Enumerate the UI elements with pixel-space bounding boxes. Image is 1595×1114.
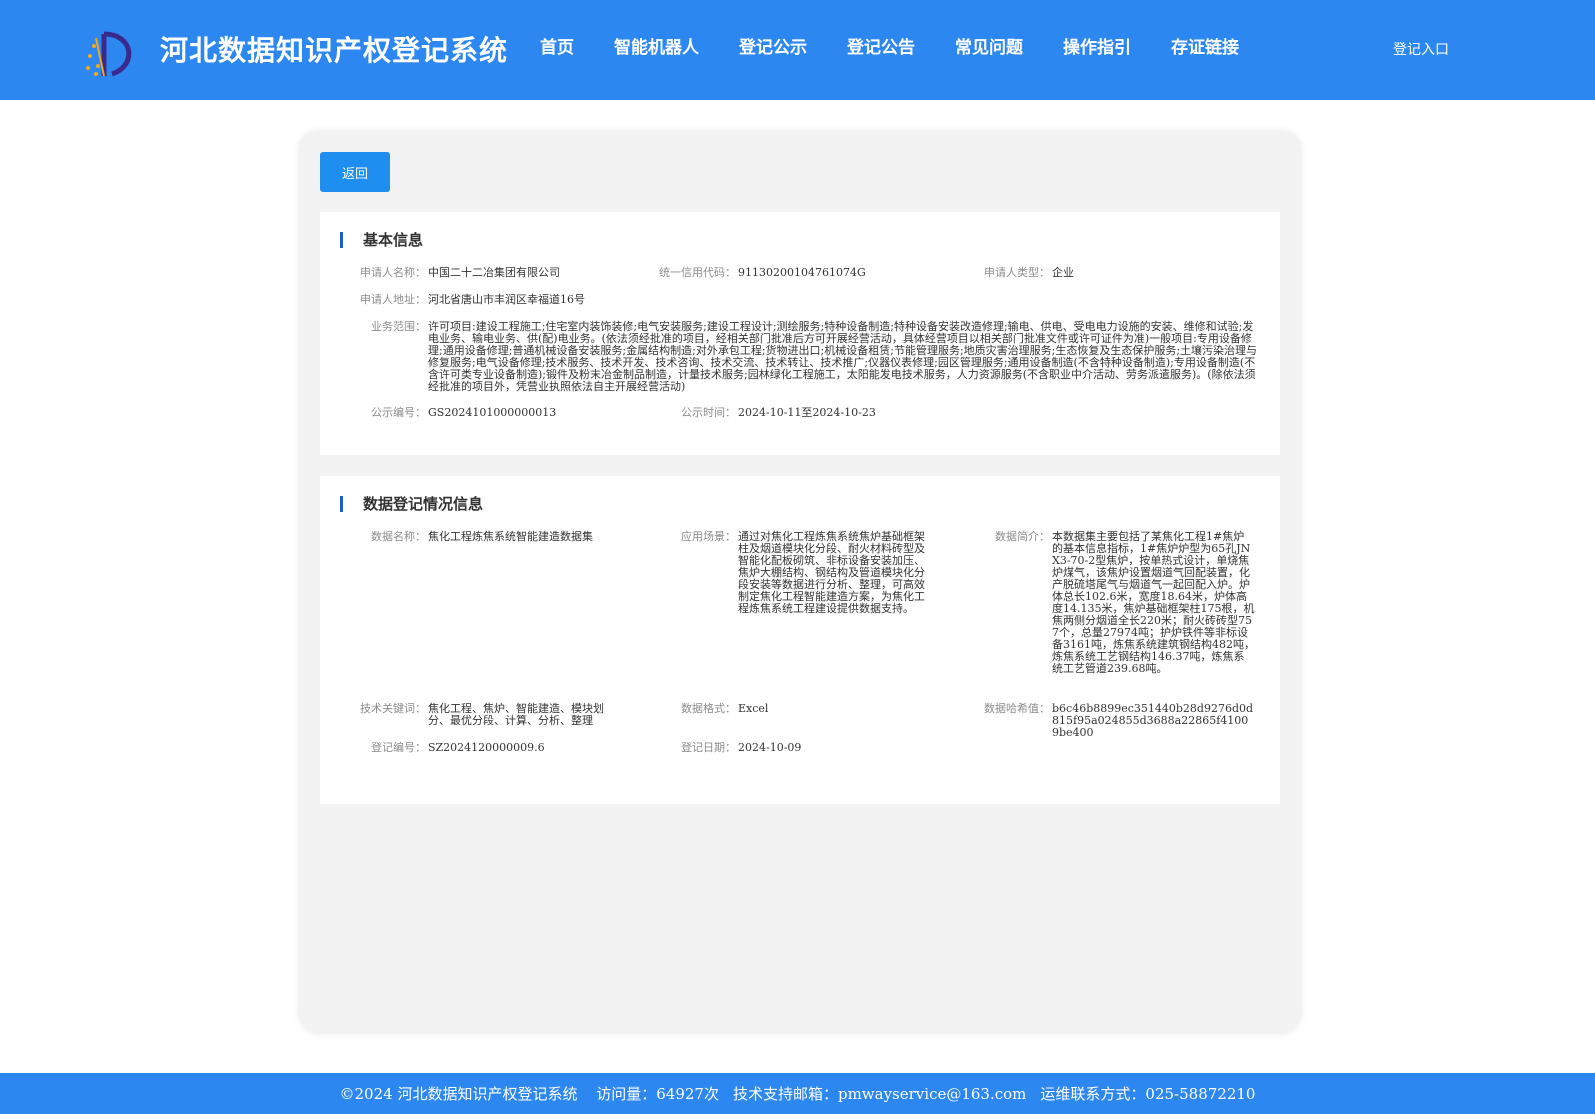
logo-icon[interactable]	[82, 26, 136, 80]
value-keywords: 焦化工程、焦炉、智能建造、模块划分、最优分段、计算、分析、整理	[428, 702, 604, 727]
header: 河北数据知识产权登记系统 首页 智能机器人 登记公示 登记公告 常见问题 操作指…	[0, 0, 1595, 100]
login-link[interactable]: 登记入口	[1393, 39, 1449, 59]
value-address: 河北省唐山市丰润区幸福道16号	[428, 293, 585, 306]
site-title: 河北数据知识产权登记系统	[160, 34, 509, 67]
value-notice-no: GS2024101000000013	[428, 406, 557, 419]
label-business-scope: 业务范围：	[371, 320, 426, 333]
section-title-basic: 基本信息	[363, 231, 424, 249]
value-credit-code: 91130200104761074G	[738, 266, 866, 279]
label-applicant-name: 申请人名称：	[360, 266, 426, 279]
section-marker	[340, 232, 343, 248]
data-registration-card: 数据登记情况信息 数据名称： 焦化工程炼焦系统智能建造数据集 应用场景： 通过对…	[320, 476, 1280, 804]
value-scene: 通过对焦化工程炼焦系统焦炉基础框架柱及烟道模块化分段、耐火材料砖型及智能化配板砌…	[738, 530, 925, 615]
back-button[interactable]: 返回	[320, 152, 390, 192]
nav-faq[interactable]: 常见问题	[955, 33, 1023, 58]
value-applicant-type: 企业	[1052, 266, 1074, 279]
label-address: 申请人地址：	[360, 293, 426, 306]
nav-evidence-link[interactable]: 存证链接	[1171, 33, 1239, 58]
value-hash: b6c46b8899ec351440b28d9276d0d815f95a0248…	[1052, 702, 1254, 739]
label-reg-no: 登记编号：	[371, 741, 426, 754]
value-format: Excel	[738, 702, 769, 715]
nav-guide[interactable]: 操作指引	[1063, 33, 1131, 58]
label-notice-time: 公示时间：	[681, 406, 736, 419]
footer: ©2024 河北数据知识产权登记系统 访问量：64927次 技术支持邮箱：pmwa…	[0, 1073, 1595, 1114]
label-intro: 数据简介：	[995, 530, 1050, 543]
label-data-name: 数据名称：	[371, 530, 426, 543]
nav-publicity[interactable]: 登记公示	[739, 33, 807, 58]
value-reg-no: SZ2024120000009.6	[428, 741, 545, 754]
detail-panel: 返回 基本信息 申请人名称： 中国二十二冶集团有限公司 统一信用代码： 9113…	[300, 132, 1300, 1032]
footer-visits: 访问量：64927次	[596, 1085, 719, 1103]
label-notice-no: 公示编号：	[371, 406, 426, 419]
value-data-name: 焦化工程炼焦系统智能建造数据集	[428, 530, 593, 543]
nav-announcement[interactable]: 登记公告	[847, 33, 915, 58]
section-title-data: 数据登记情况信息	[363, 495, 484, 513]
value-business-scope: 许可项目:建设工程施工;住宅室内装饰装修;电气安装服务;建设工程设计;测绘服务;…	[428, 320, 1258, 393]
value-applicant-name: 中国二十二冶集团有限公司	[428, 266, 560, 279]
footer-info: ©2024 河北数据知识产权登记系统 访问量：64927次 技术支持邮箱：pmwa…	[0, 1083, 1595, 1104]
nav-home[interactable]: 首页	[540, 33, 574, 58]
value-intro: 本数据集主要包括了某焦化工程1#焦炉的基本信息指标，1#焦炉炉型为65孔JNX3…	[1052, 530, 1255, 675]
label-credit-code: 统一信用代码：	[659, 266, 736, 279]
footer-copyright: ©2024 河北数据知识产权登记系统	[339, 1085, 578, 1103]
footer-email: 技术支持邮箱：pmwayservice@163.com	[732, 1085, 1027, 1103]
footer-contact: 运维联系方式：025-58872210	[1040, 1085, 1256, 1103]
label-reg-date: 登记日期：	[681, 741, 736, 754]
value-reg-date: 2024-10-09	[738, 741, 802, 754]
basic-info-card: 基本信息 申请人名称： 中国二十二冶集团有限公司 统一信用代码： 9113020…	[320, 212, 1280, 455]
value-notice-time: 2024-10-11至2024-10-23	[738, 406, 876, 419]
nav-robot[interactable]: 智能机器人	[614, 33, 699, 58]
label-applicant-type: 申请人类型：	[984, 266, 1050, 279]
label-scene: 应用场景：	[681, 530, 736, 543]
label-hash: 数据哈希值：	[984, 702, 1050, 715]
label-format: 数据格式：	[681, 702, 736, 715]
section-marker	[340, 496, 343, 512]
label-keywords: 技术关键词：	[360, 702, 426, 715]
